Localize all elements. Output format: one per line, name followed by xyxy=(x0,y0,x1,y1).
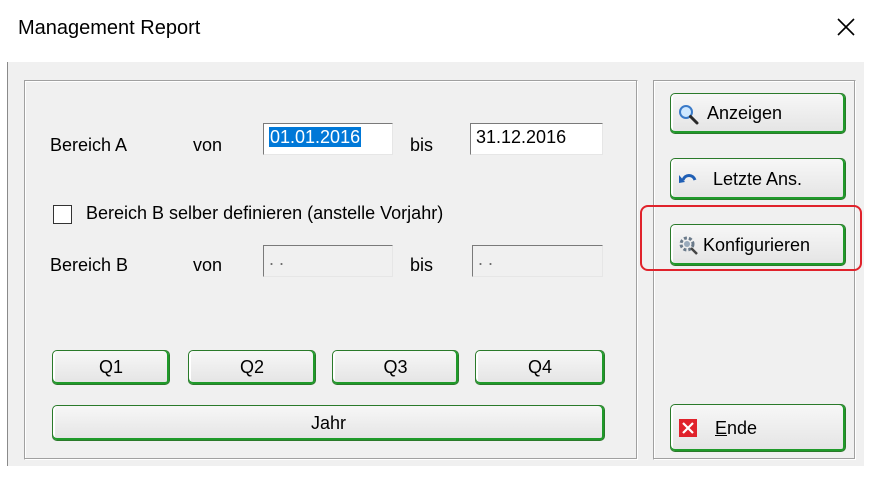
close-red-icon xyxy=(677,417,699,439)
close-icon xyxy=(837,18,855,36)
ende-button[interactable]: Ende xyxy=(670,404,846,452)
bereich-a-bis-input[interactable]: 31.12.2016 xyxy=(470,123,603,155)
bereich-a-von-input[interactable]: 01.01.2016 xyxy=(263,123,393,155)
konfigurieren-highlight xyxy=(640,205,862,271)
bereich-b-bis-label: bis xyxy=(410,255,434,275)
window-title: Management Report xyxy=(18,17,201,39)
magnifier-icon xyxy=(677,103,699,125)
ende-label: Ende xyxy=(715,418,757,439)
window-frame-bottom xyxy=(0,466,869,481)
bereich-b-label: Bereich B xyxy=(50,255,129,275)
q2-button[interactable]: Q2 xyxy=(188,350,316,385)
bereich-a-bis-label: bis xyxy=(410,135,434,155)
close-button[interactable] xyxy=(829,10,863,44)
window-frame-left xyxy=(0,62,8,481)
ende-mnemonic: E xyxy=(715,417,728,438)
q3-button[interactable]: Q3 xyxy=(332,350,459,385)
bereich-b-define-label: Bereich B selber definieren (anstelle Vo… xyxy=(86,203,444,223)
letzte-ansicht-label: Letzte Ans. xyxy=(713,168,803,189)
bereich-b-von-label: von xyxy=(193,255,223,275)
bereich-b-bis-value: . . xyxy=(478,249,494,269)
bereich-a-von-label: von xyxy=(193,135,223,155)
title-bar: Management Report xyxy=(0,0,869,62)
anzeigen-button[interactable]: Anzeigen xyxy=(670,93,846,134)
letzte-ansicht-button[interactable]: Letzte Ans. xyxy=(670,158,846,200)
bereich-b-von-value: . . xyxy=(269,249,285,269)
q4-button[interactable]: Q4 xyxy=(475,350,605,385)
bereich-a-label: Bereich A xyxy=(50,135,128,155)
q1-button[interactable]: Q1 xyxy=(52,350,170,385)
management-report-window: Management Report Bereich A von 01.01.20… xyxy=(0,0,869,481)
bereich-a-bis-value: 31.12.2016 xyxy=(476,127,567,147)
ende-rest: nde xyxy=(727,417,758,438)
bereich-a-von-value: 01.01.2016 xyxy=(269,127,362,147)
bereich-b-bis-input[interactable]: . . xyxy=(472,245,603,277)
window-frame-right xyxy=(864,62,869,481)
bereich-b-define-checkbox[interactable] xyxy=(53,205,72,224)
anzeigen-label: Anzeigen xyxy=(707,103,783,123)
bereich-b-von-input[interactable]: . . xyxy=(263,245,393,277)
undo-arrow-icon xyxy=(677,168,699,190)
jahr-button[interactable]: Jahr xyxy=(52,405,605,441)
